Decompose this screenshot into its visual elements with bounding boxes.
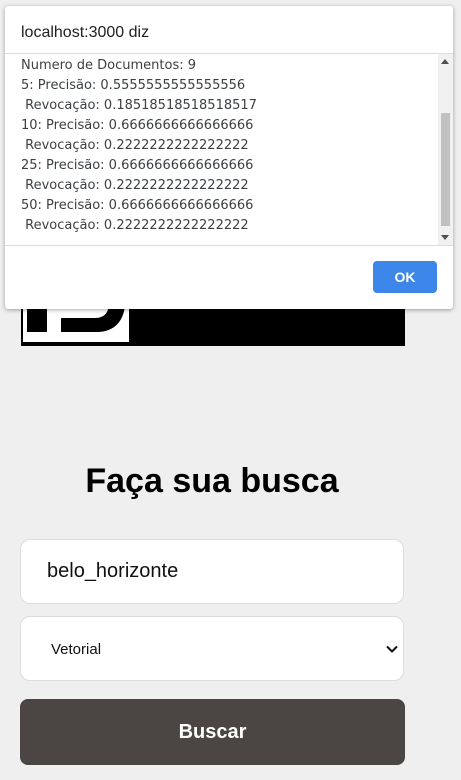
scroll-up-arrow-icon[interactable] (441, 59, 449, 64)
model-select[interactable]: Vetorial (20, 616, 404, 681)
dialog-message-area[interactable]: Numero de Documentos: 9 5: Precisão: 0.5… (5, 53, 453, 246)
search-input[interactable] (20, 539, 404, 604)
search-button[interactable]: Buscar (20, 699, 405, 765)
dialog-message: Numero de Documentos: 9 5: Precisão: 0.5… (21, 58, 257, 233)
page-title: Faça sua busca (85, 462, 339, 500)
ok-button[interactable]: OK (373, 261, 437, 293)
chevron-down-icon (386, 645, 398, 653)
dialog-scrollbar[interactable] (438, 54, 453, 245)
alert-dialog: localhost:3000 diz Numero de Documentos:… (5, 6, 453, 309)
model-select-value: Vetorial (51, 641, 102, 658)
page: Faça sua busca Vetorial Buscar localhost… (0, 0, 461, 780)
dialog-title: localhost:3000 diz (21, 24, 150, 41)
scroll-thumb[interactable] (441, 113, 450, 226)
scroll-down-arrow-icon[interactable] (441, 235, 449, 240)
